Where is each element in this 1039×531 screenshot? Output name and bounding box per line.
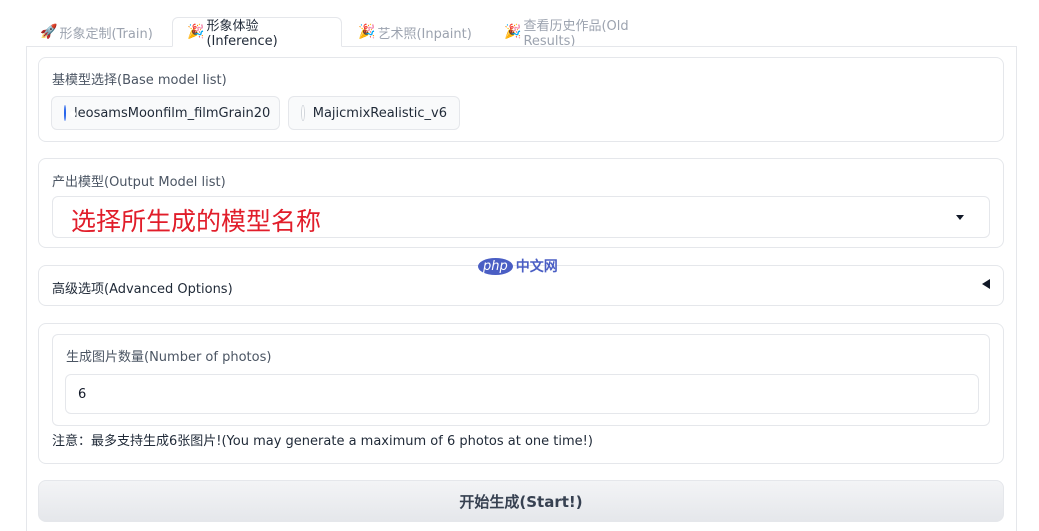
radio-checked-icon	[64, 105, 76, 121]
watermark-badge: php	[478, 257, 513, 275]
base-model-label: 基模型选择(Base model list)	[52, 73, 227, 88]
max-photos-note: 注意：最多支持生成6张图片!(You may generate a maximu…	[52, 434, 593, 449]
tab-inpaint[interactable]: 🎉 艺术照(Inpaint)	[342, 17, 489, 47]
radio-unchecked-icon	[301, 105, 305, 121]
radio-label: MajicmixRealistic_v6	[312, 105, 447, 121]
dropdown-value: 选择所生成的模型名称	[71, 207, 322, 236]
rocket-icon: 🚀	[40, 24, 58, 40]
num-photos-input[interactable]	[65, 374, 979, 414]
tab-label: 形象定制(Train)	[59, 26, 153, 42]
tab-bar: 🚀 形象定制(Train) 🎉 形象体验(Inference) 🎉 艺术照(In…	[26, 17, 689, 49]
base-model-group: 基模型选择(Base model list) leosamsMoonfilm_f…	[38, 57, 1004, 142]
start-button[interactable]: 开始生成(Start!)	[38, 480, 1004, 522]
php-watermark-logo: php 中文网	[478, 256, 558, 276]
num-photos-label: 生成图片数量(Number of photos)	[66, 350, 272, 365]
num-photos-field: 生成图片数量(Number of photos)	[52, 334, 990, 426]
tab-old-results[interactable]: 🎉 查看历史作品(Old Results)	[489, 17, 689, 49]
party-popper-icon: 🎉	[504, 24, 522, 40]
caret-down-icon	[956, 215, 964, 220]
output-model-label: 产出模型(Output Model list)	[52, 175, 226, 190]
radio-label: leosamsMoonfilm_filmGrain20	[74, 105, 271, 121]
watermark-text: 中文网	[515, 259, 558, 275]
tab-label: 形象体验(Inference)	[206, 19, 278, 49]
expand-arrow-icon[interactable]	[982, 279, 990, 289]
radio-majicmix-realistic[interactable]: MajicmixRealistic_v6	[288, 96, 460, 130]
tab-label: 艺术照(Inpaint)	[377, 26, 472, 42]
output-model-dropdown[interactable]: 选择所生成的模型名称	[52, 196, 990, 238]
advanced-options-label: 高级选项(Advanced Options)	[52, 282, 233, 297]
tab-label: 查看历史作品(Old Results)	[523, 19, 629, 49]
tab-inference[interactable]: 🎉 形象体验(Inference)	[172, 17, 342, 49]
party-popper-icon: 🎉	[187, 24, 205, 40]
party-popper-icon: 🎉	[358, 24, 376, 40]
radio-leosams-moonfilm[interactable]: leosamsMoonfilm_filmGrain20	[51, 96, 280, 130]
output-model-group: 产出模型(Output Model list) 选择所生成的模型名称	[38, 158, 1004, 248]
tab-train[interactable]: 🚀 形象定制(Train)	[26, 17, 172, 47]
photo-settings-group: 生成图片数量(Number of photos) 注意：最多支持生成6张图片!(…	[38, 323, 1004, 464]
